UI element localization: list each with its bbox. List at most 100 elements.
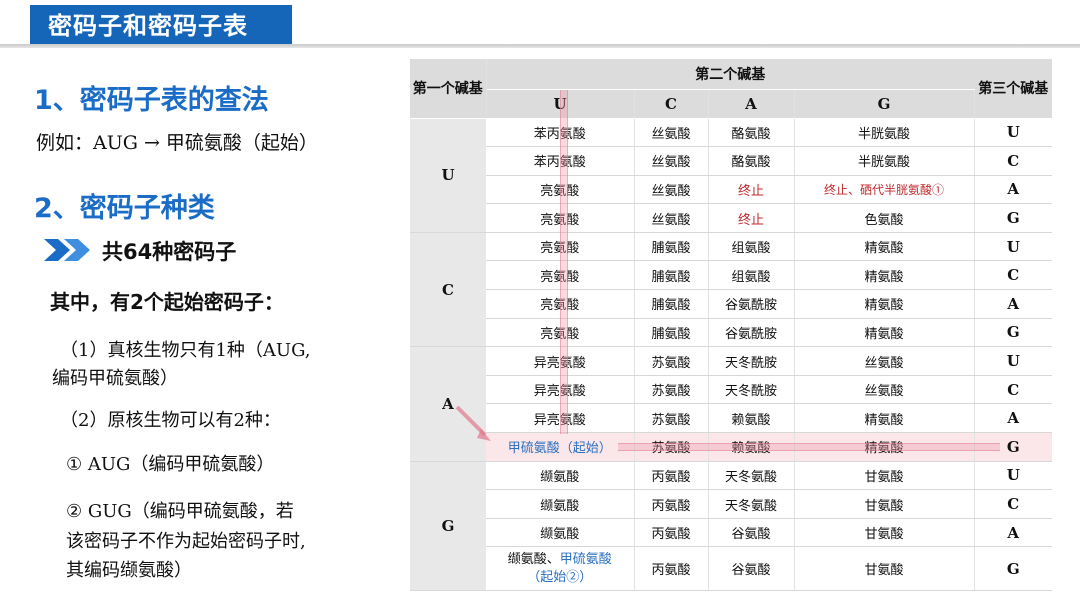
table-row: 异亮氨酸 苏氨酸 天冬酰胺 丝氨酸 C — [410, 375, 1052, 405]
second-base-g: G — [794, 89, 975, 119]
third-base-cell: U — [974, 232, 1052, 262]
start-codon-cell: 甲硫氨酸（起始） — [486, 432, 635, 462]
codon-cell: 精氨酸 — [794, 232, 975, 262]
eukaryote-line2: 编码甲硫氨酸） — [52, 368, 178, 389]
codon-cell: 脯氨酸 — [634, 232, 709, 262]
codon-cell: 天冬氨酸 — [708, 461, 795, 491]
prokaryote-sub2-line2: 该密码子不作为起始密码子时, — [66, 531, 306, 552]
second-base-a: A — [708, 89, 795, 119]
lookup-arrow-first-base-icon — [455, 405, 491, 441]
codon-cell: 甘氨酸 — [794, 489, 975, 519]
third-base-cell: C — [974, 260, 1052, 291]
table-row: 亮氨酸 丝氨酸 终止 终止、硒代半胱氨酸① A — [410, 175, 1052, 205]
codon-cell: 谷氨酸 — [708, 518, 795, 548]
codon-cell: 天冬氨酸 — [708, 489, 795, 519]
codon-cell: 天冬酰胺 — [708, 346, 795, 376]
first-base-cell: C — [410, 232, 486, 348]
codon-cell: 天冬酰胺 — [708, 375, 795, 405]
codon-cell: 丝氨酸 — [634, 203, 709, 233]
third-base-cell: C — [974, 375, 1052, 405]
prokaryote-sub1: ① AUG（编码甲硫氨酸） — [66, 454, 275, 475]
start-codon-note: （起始②） — [527, 569, 593, 585]
third-base-cell: U — [974, 346, 1052, 376]
stop-codon-cell: 终止 — [708, 175, 795, 205]
stop-codon-cell: 终止 — [708, 203, 795, 233]
stop-codon-cell: 终止、硒代半胱氨酸① — [794, 175, 975, 205]
total-codons: 共64种密码子 — [102, 240, 237, 264]
codon-cell: 缬氨酸 — [486, 489, 635, 519]
prokaryote-line: （2）原核生物可以有2种： — [60, 410, 281, 431]
table-row: 亮氨酸 脯氨酸 谷氨酰胺 精氨酸 A — [410, 289, 1052, 319]
header-first-base: 第一个碱基 — [410, 59, 487, 119]
third-base-cell: A — [974, 175, 1052, 205]
codon-cell: 半胱氨酸 — [794, 118, 975, 148]
codon-cell: 半胱氨酸 — [794, 146, 975, 176]
double-chevron-icon — [44, 239, 90, 261]
codon-cell: 甘氨酸 — [794, 461, 975, 491]
codon-cell: 精氨酸 — [794, 403, 975, 434]
codon-cell: 丝氨酸 — [634, 175, 709, 205]
title-divider — [0, 44, 1080, 48]
codon-cell: 苏氨酸 — [634, 403, 709, 434]
codon-cell: 谷氨酰胺 — [708, 318, 795, 348]
codon-cell: 脯氨酸 — [634, 260, 709, 291]
codon-cell: 赖氨酸 — [708, 403, 795, 434]
codon-cell: 脯氨酸 — [634, 289, 709, 319]
codon-cell-multi: 缬氨酸、甲硫氨酸 （起始②） — [486, 546, 635, 592]
codon-cell: 酪氨酸 — [708, 146, 795, 176]
third-base-cell: A — [974, 518, 1052, 548]
codon-text: 缬氨酸、 — [507, 551, 560, 567]
section1-heading: 1、密码子表的查法 — [34, 85, 269, 116]
start-codons-intro: 其中，有2个起始密码子： — [50, 290, 284, 314]
codon-cell: 精氨酸 — [794, 260, 975, 291]
third-base-cell: G — [974, 318, 1052, 348]
first-base-cell: G — [410, 461, 486, 592]
codon-cell: 谷氨酰胺 — [708, 289, 795, 319]
third-base-cell: U — [974, 118, 1052, 148]
codon-cell: 色氨酸 — [794, 203, 975, 233]
table-row: 缬氨酸 丙氨酸 天冬氨酸 甘氨酸 C — [410, 489, 1052, 519]
codon-cell: 丝氨酸 — [634, 146, 709, 176]
third-base-cell: C — [974, 146, 1052, 176]
third-base-cell: G — [974, 546, 1052, 592]
example-text: 例如：AUG → 甲硫氨酸（起始） — [36, 132, 318, 154]
codon-cell: 甘氨酸 — [794, 518, 975, 548]
table-row: 缬氨酸 丙氨酸 谷氨酸 甘氨酸 A — [410, 518, 1052, 548]
prokaryote-sub2-line3: 其编码缬氨酸） — [66, 560, 192, 581]
section2-heading: 2、密码子种类 — [34, 193, 215, 224]
codon-cell: 丙氨酸 — [634, 518, 709, 548]
table-row: 亮氨酸 丝氨酸 终止 色氨酸 G — [410, 203, 1052, 233]
table-row: 亮氨酸 脯氨酸 组氨酸 精氨酸 C — [410, 260, 1052, 291]
table-row: 缬氨酸、甲硫氨酸 （起始②） 丙氨酸 谷氨酸 甘氨酸 G — [410, 546, 1052, 592]
codon-cell: 苏氨酸 — [634, 346, 709, 376]
codon-cell: 丙氨酸 — [634, 489, 709, 519]
lookup-arrow-vertical — [560, 90, 568, 434]
codon-cell: 酪氨酸 — [708, 118, 795, 148]
third-base-cell: A — [974, 403, 1052, 434]
third-base-cell: U — [974, 461, 1052, 491]
third-base-cell: C — [974, 489, 1052, 519]
header-second-base: 第二个碱基 — [486, 59, 974, 90]
codon-cell: 组氨酸 — [708, 232, 795, 262]
header-third-base: 第三个碱基 — [974, 59, 1052, 119]
codon-cell: 脯氨酸 — [634, 318, 709, 348]
third-base-cell: A — [974, 289, 1052, 319]
page-title: 密码子和密码子表 — [30, 5, 292, 47]
lookup-arrow-horizontal — [618, 443, 1000, 451]
codon-table: 第一个碱基 第二个碱基 第三个碱基 U C A G U 苯丙氨酸 丝氨酸 酪氨酸… — [410, 59, 1052, 593]
table-row: A 异亮氨酸 苏氨酸 天冬酰胺 丝氨酸 U — [410, 346, 1052, 462]
codon-cell: 苏氨酸 — [634, 375, 709, 405]
codon-cell: 甘氨酸 — [794, 546, 975, 592]
table-row: 苯丙氨酸 丝氨酸 酪氨酸 半胱氨酸 C — [410, 146, 1052, 176]
prokaryote-sub2-line1: ② GUG（编码甲硫氨酸，若 — [66, 501, 294, 522]
codon-cell: 丙氨酸 — [634, 461, 709, 491]
table-row: G 缬氨酸 丙氨酸 天冬氨酸 甘氨酸 U — [410, 461, 1052, 592]
eukaryote-line1: （1）真核生物只有1种（AUG, — [60, 340, 311, 361]
table-row: 异亮氨酸 苏氨酸 赖氨酸 精氨酸 A — [410, 403, 1052, 434]
third-base-cell: G — [974, 203, 1052, 233]
codon-cell: 缬氨酸 — [486, 461, 635, 491]
second-base-c: C — [634, 89, 709, 119]
codon-cell: 谷氨酸 — [708, 546, 795, 592]
table-row: C 亮氨酸 脯氨酸 组氨酸 精氨酸 U — [410, 232, 1052, 348]
codon-cell: 丝氨酸 — [794, 346, 975, 376]
